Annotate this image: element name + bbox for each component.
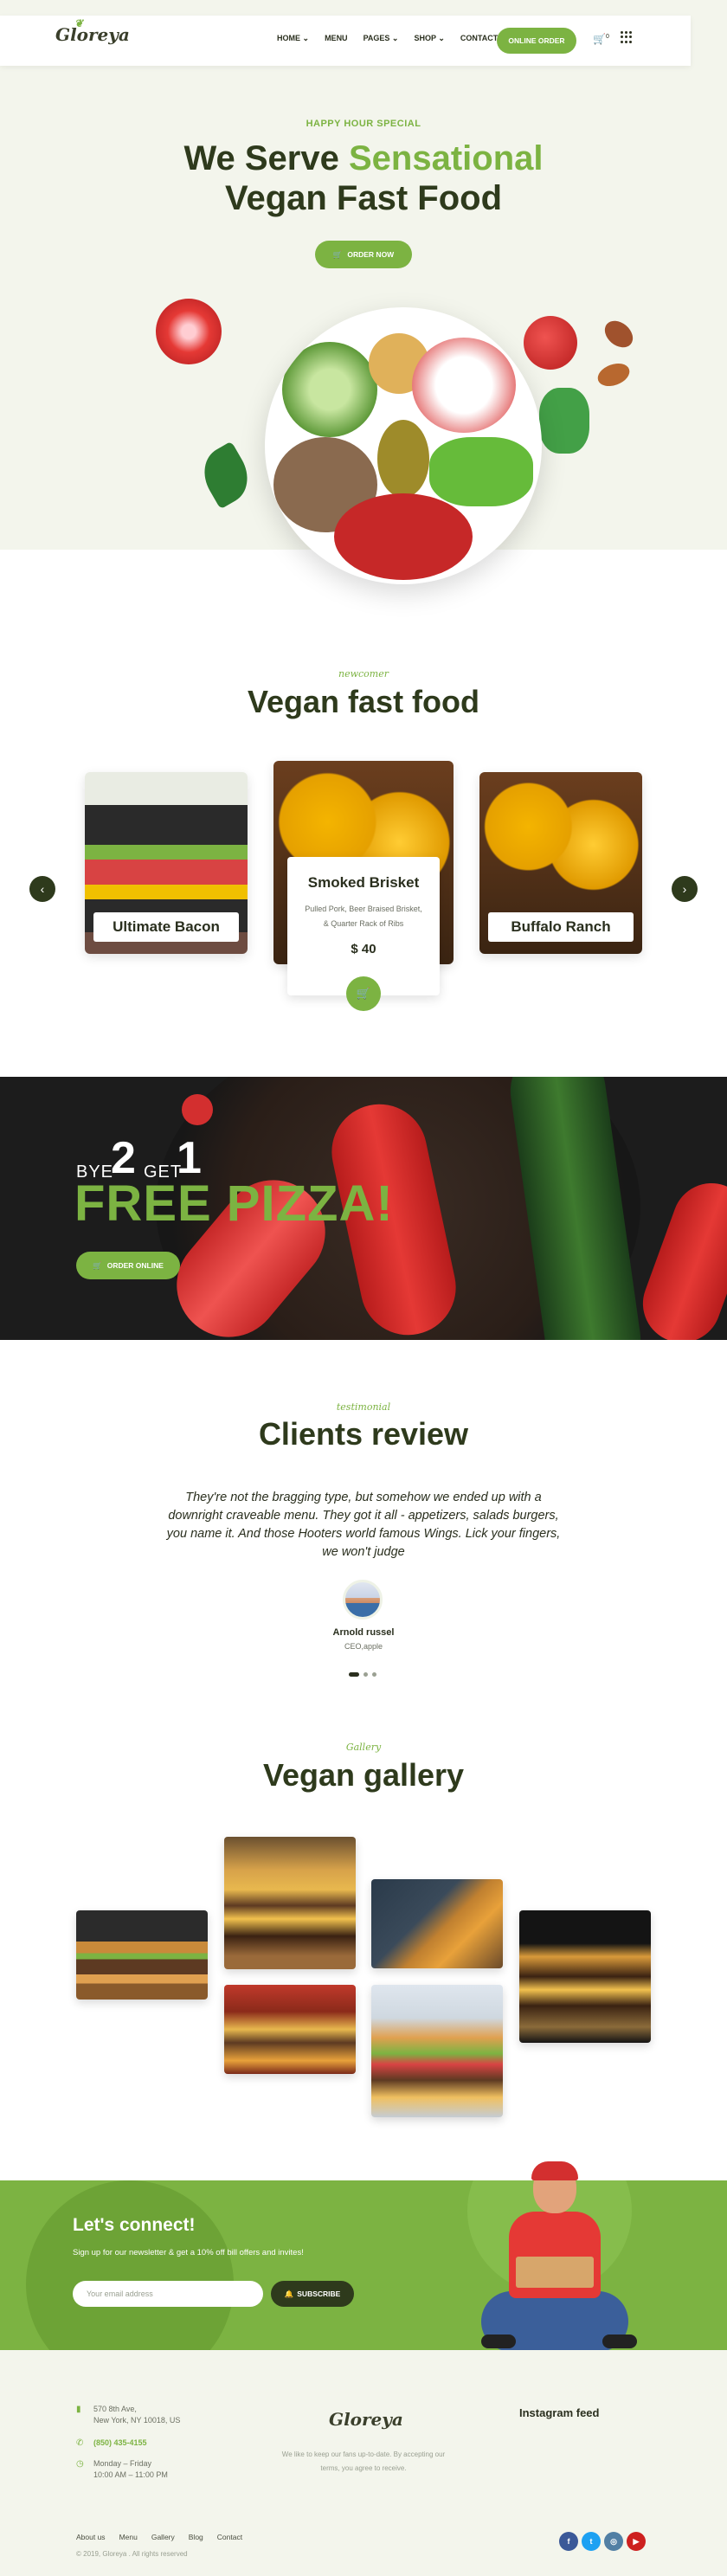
instagram-icon[interactable]: ◎ xyxy=(604,2532,623,2551)
food-card-title: Smoked Brisket xyxy=(307,874,420,891)
site-header: ❦ Gloreya HOME ⌄ MENU PAGES ⌄ SHOP ⌄ CON… xyxy=(0,16,691,66)
newsletter-title: Let's connect! xyxy=(73,2215,196,2235)
logo-text: Gloreya xyxy=(55,24,130,45)
gallery-image[interactable] xyxy=(76,1910,208,2000)
food-card-price: $ 40 xyxy=(351,942,376,956)
almond-image xyxy=(595,359,633,390)
testimonial-title: Clients review xyxy=(258,1416,469,1452)
location-icon: ▮ xyxy=(76,2405,81,2414)
main-nav: HOME ⌄ MENU PAGES ⌄ SHOP ⌄ CONTACT xyxy=(277,34,498,43)
add-to-cart-button[interactable]: 🛒 xyxy=(346,976,381,1011)
pepper-image xyxy=(539,388,589,454)
footer-link-about[interactable]: About us xyxy=(76,2533,106,2541)
cart-count: 0 xyxy=(605,34,609,40)
hero-title: We Serve Sensational Vegan Fast Food xyxy=(183,139,544,217)
social-links: f t ◎ ▶ xyxy=(559,2532,646,2551)
nav-item-pages[interactable]: PAGES ⌄ xyxy=(364,34,399,43)
cart-icon: 🛒 xyxy=(356,987,371,1000)
avatar xyxy=(343,1580,383,1620)
gallery-image[interactable] xyxy=(224,1837,356,1969)
slider-dots xyxy=(349,1672,376,1677)
cart-icon[interactable]: 🛒0 xyxy=(593,33,609,45)
salad-bowl-image xyxy=(265,307,542,584)
copyright: © 2019, Gloreya . All rights reserved xyxy=(76,2550,188,2558)
slider-dot[interactable] xyxy=(372,1672,376,1677)
gallery-tag: Gallery xyxy=(345,1742,382,1753)
promo-banner: BYE 2 GET 1 FREE PIZZA! 🛒 ORDER ONLINE xyxy=(0,1077,727,1340)
gallery-title: Vegan gallery xyxy=(262,1757,465,1793)
gallery-image[interactable] xyxy=(224,1985,356,2074)
food-card[interactable]: Ultimate Bacon xyxy=(85,772,248,954)
footer-link-blog[interactable]: Blog xyxy=(189,2533,203,2541)
promo-headline: FREE PIZZA! xyxy=(74,1175,394,1232)
delivery-man-image xyxy=(481,2161,637,2378)
testimonial-quote: They're not the bragging type, but someh… xyxy=(166,1491,561,1559)
next-arrow-icon[interactable]: › xyxy=(672,876,698,902)
site-logo[interactable]: ❦ Gloreya xyxy=(55,17,130,45)
newcomer-title: Vegan fast food xyxy=(247,684,480,719)
featured-card-details: Smoked Brisket Pulled Pork, Beer Braised… xyxy=(287,857,440,995)
subscribe-button[interactable]: 🔔 SUBSCRIBE xyxy=(271,2281,354,2307)
nav-item-menu[interactable]: MENU xyxy=(325,34,348,43)
testimonial-tag: testimonial xyxy=(336,1401,391,1413)
newcomer-tag: newcomer xyxy=(338,668,389,679)
slider-dot[interactable] xyxy=(349,1672,359,1677)
youtube-icon[interactable]: ▶ xyxy=(627,2532,646,2551)
hero-subtitle: HAPPY HOUR SPECIAL xyxy=(306,119,421,129)
cart-icon: 🛒 xyxy=(332,249,343,259)
tomato-image xyxy=(156,299,222,364)
testimonial-name: Arnold russel xyxy=(332,1627,395,1638)
red-pepper-image xyxy=(632,1172,727,1340)
nav-item-contact[interactable]: CONTACT xyxy=(460,34,498,43)
nav-item-home[interactable]: HOME ⌄ xyxy=(277,34,309,43)
food-card-description: Pulled Pork, Beer Braised Brisket, & Qua… xyxy=(305,905,422,928)
prev-arrow-icon[interactable]: ‹ xyxy=(29,876,55,902)
bell-icon: 🔔 xyxy=(284,2289,294,2298)
footer-link-menu[interactable]: Menu xyxy=(119,2533,138,2541)
newsletter-subtitle: Sign up for our newsletter & get a 10% o… xyxy=(73,2248,304,2257)
online-order-button[interactable]: ONLINE ORDER xyxy=(497,28,576,54)
footer-link-gallery[interactable]: Gallery xyxy=(151,2533,175,2541)
food-card-title: Ultimate Bacon xyxy=(93,912,239,942)
testimonial-role: CEO,apple xyxy=(344,1642,383,1651)
gallery-image[interactable] xyxy=(371,1879,503,1968)
food-card[interactable]: Buffalo Ranch xyxy=(479,772,642,954)
footer-link-contact[interactable]: Contact xyxy=(217,2533,242,2541)
basil-leaf-image xyxy=(193,441,259,510)
gallery-image[interactable] xyxy=(371,1985,503,2117)
leaf-icon: ❦ xyxy=(74,17,84,29)
footer-logo[interactable]: Gloreya xyxy=(329,2409,403,2430)
footer-description: We like to keep our fans up-to-date. By … xyxy=(281,2450,446,2472)
food-card-title: Buffalo Ranch xyxy=(488,912,634,942)
clock-icon: ◷ xyxy=(76,2459,84,2469)
cart-icon: 🛒 xyxy=(93,1260,102,1270)
footer-hours: ◷ Monday – Friday 10:00 AM – 11:00 PM xyxy=(76,2459,168,2479)
tomato-image xyxy=(524,316,577,370)
footer-phone: ✆ (850) 435-4155 xyxy=(76,2438,147,2448)
facebook-icon[interactable]: f xyxy=(559,2532,578,2551)
almond-image xyxy=(599,315,639,353)
order-online-button[interactable]: 🛒 ORDER ONLINE xyxy=(76,1252,180,1279)
nav-item-shop[interactable]: SHOP ⌄ xyxy=(414,34,444,43)
order-now-button[interactable]: 🛒 ORDER NOW xyxy=(315,241,412,268)
instagram-feed-title: Instagram feed xyxy=(519,2406,600,2419)
slider-dot[interactable] xyxy=(364,1672,368,1677)
grid-menu-icon[interactable] xyxy=(621,31,633,43)
footer-links: About us Menu Gallery Blog Contact xyxy=(76,2533,242,2541)
twitter-icon[interactable]: t xyxy=(582,2532,601,2551)
footer-address: ▮ 570 8th Ave, New York, NY 10018, US xyxy=(76,2405,181,2425)
gallery-image[interactable] xyxy=(519,1910,651,2043)
email-field[interactable] xyxy=(73,2281,263,2307)
phone-icon: ✆ xyxy=(76,2438,84,2448)
